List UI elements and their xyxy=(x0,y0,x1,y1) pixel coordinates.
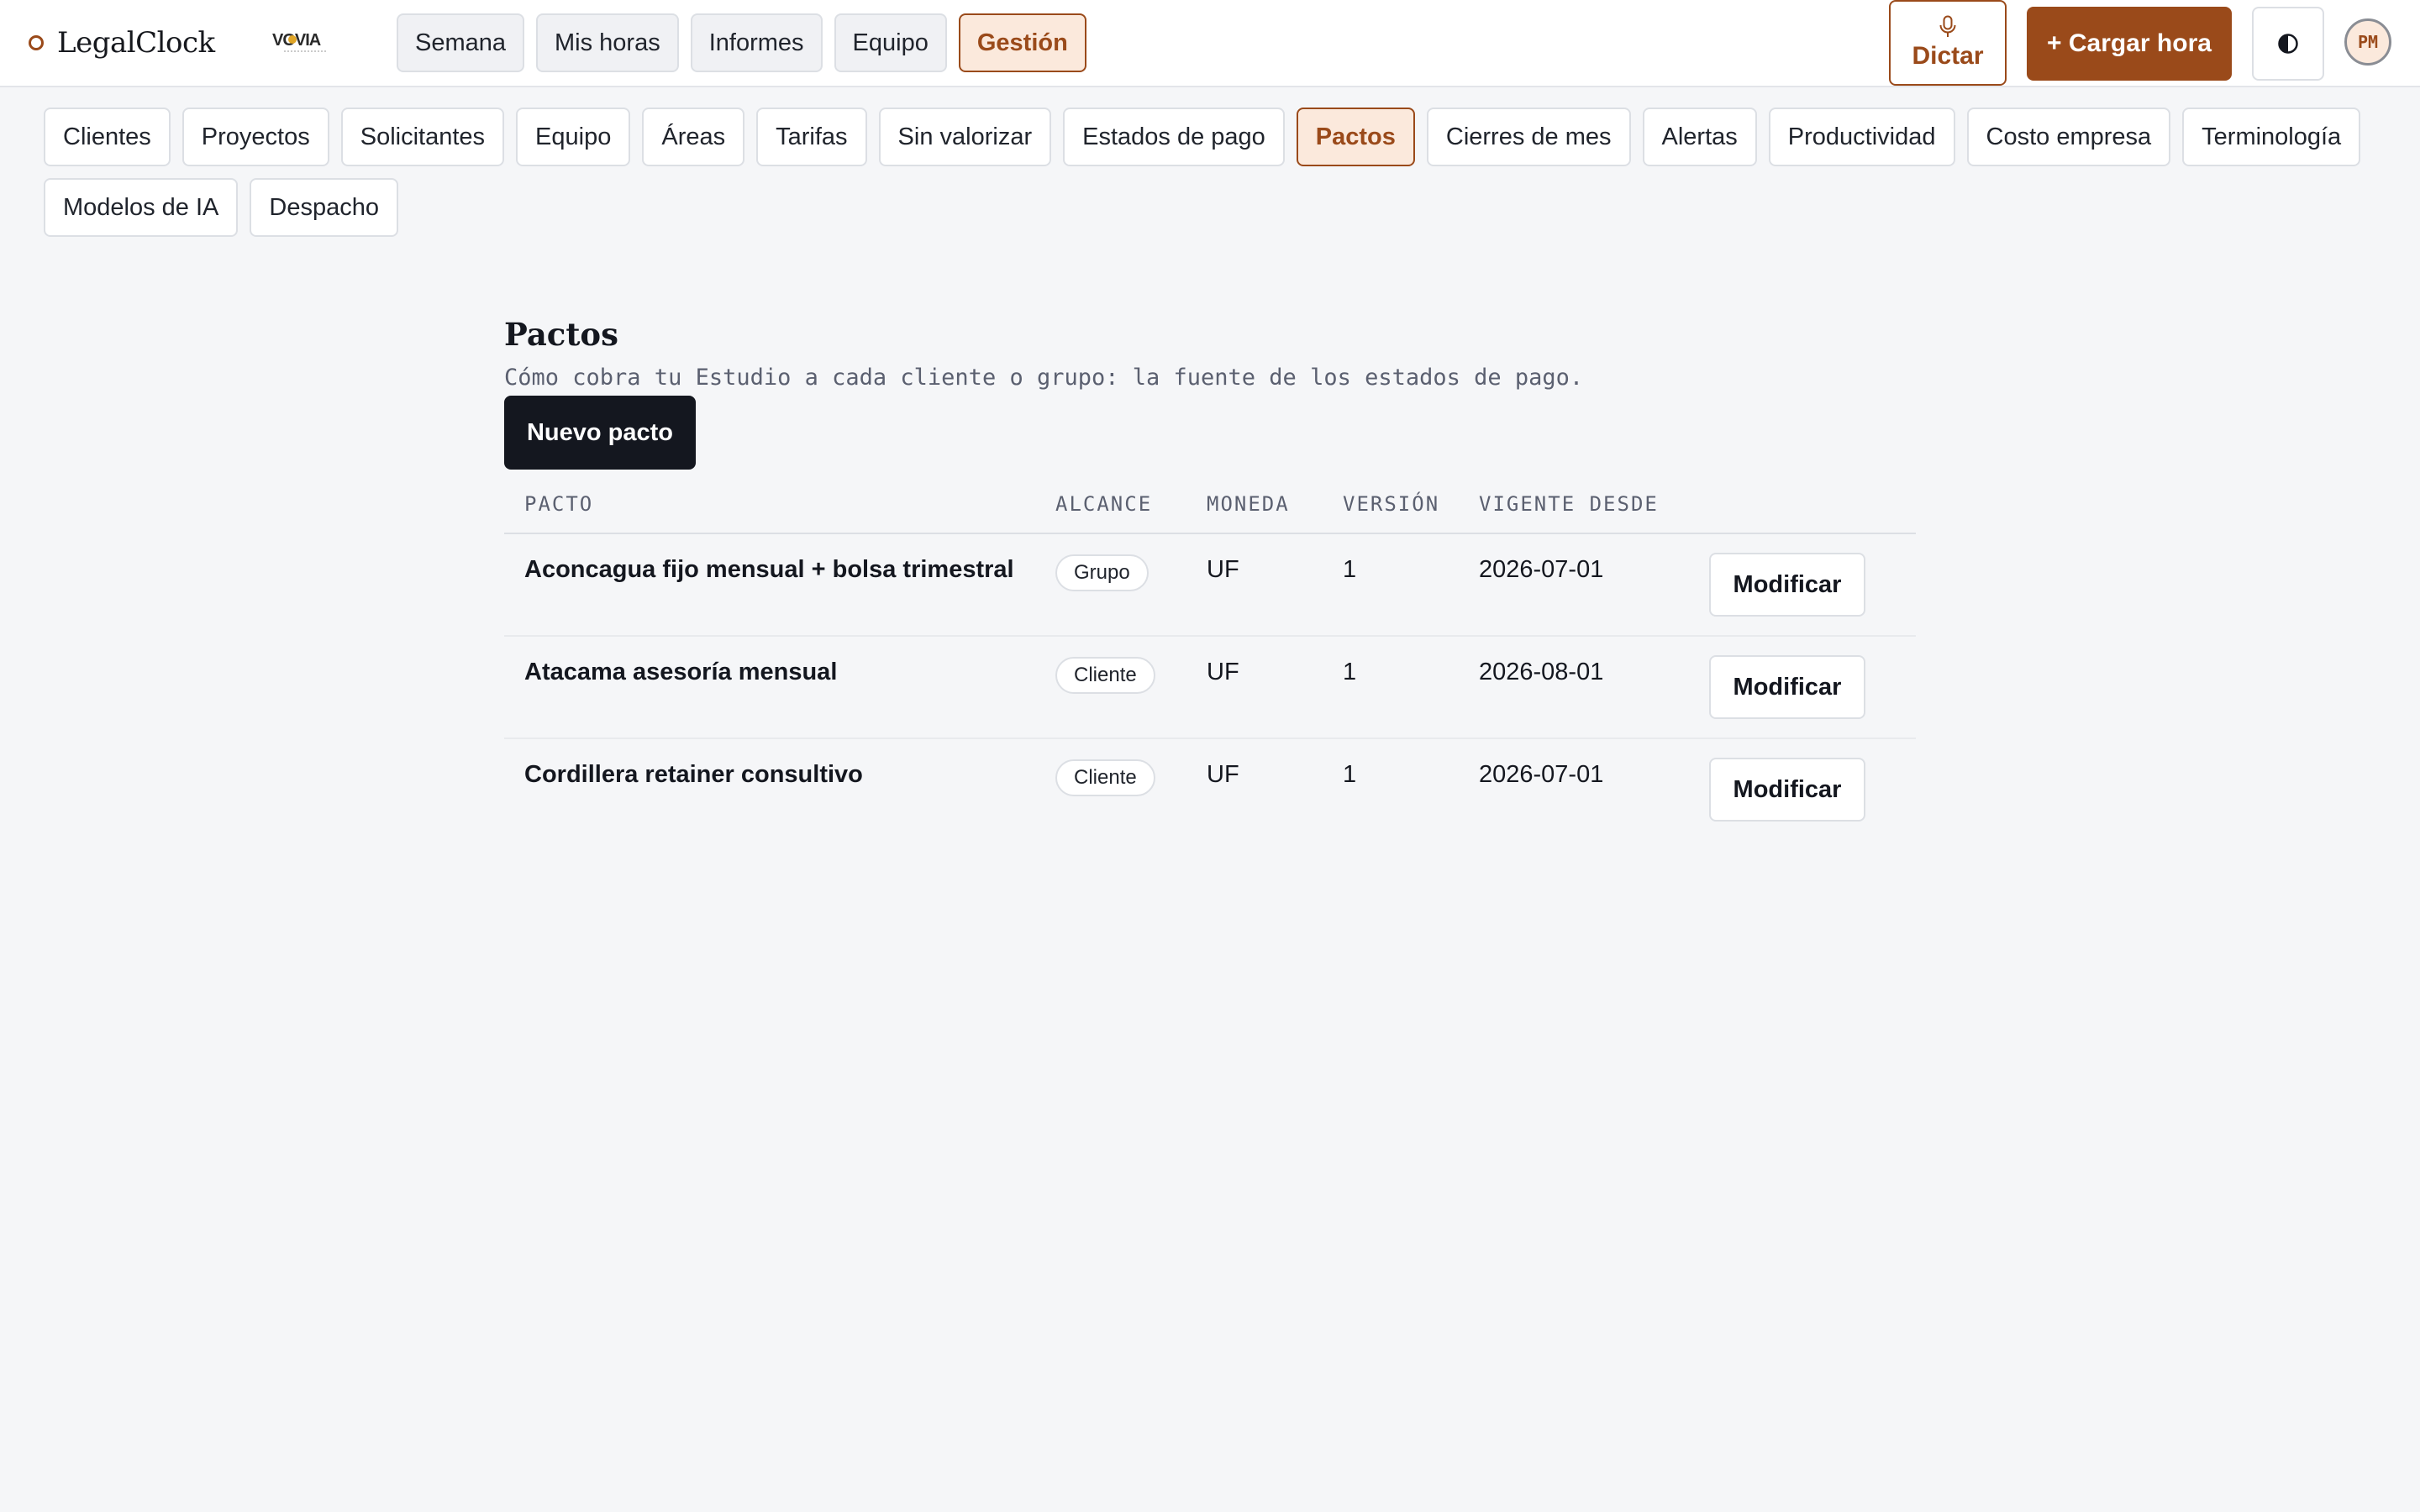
microphone-icon xyxy=(1939,15,1956,37)
main-content: Pactos Cómo cobra tu Estudio a cada clie… xyxy=(504,316,1916,841)
subnav-item-sin-valorizar[interactable]: Sin valorizar xyxy=(878,108,1052,166)
nav-item-equipo[interactable]: Equipo xyxy=(834,13,947,72)
subnav-item-solicitantes[interactable]: Solicitantes xyxy=(340,108,505,166)
pactos-table: PACTO ALCANCE MONEDA VERSIÓN VIGENTE DES… xyxy=(504,475,1916,841)
theme-toggle-button[interactable] xyxy=(2252,7,2324,81)
subnav-item-modelos-de-ia[interactable]: Modelos de IA xyxy=(44,178,239,237)
partner-logo: VOVIA xyxy=(272,31,328,52)
table-row: Atacama asesoría mensual Cliente UF 1 20… xyxy=(504,636,1916,739)
sub-nav: Clientes Proyectos Solicitantes Equipo Á… xyxy=(44,108,2380,237)
pacto-name: Cordillera retainer consultivo xyxy=(524,761,863,788)
brand[interactable]: LegalClock xyxy=(29,24,215,62)
subnav-item-areas[interactable]: Áreas xyxy=(642,108,745,166)
nav-item-mis-horas[interactable]: Mis horas xyxy=(536,13,679,72)
dictar-button[interactable]: Dictar xyxy=(1889,0,2007,86)
nav-item-informes[interactable]: Informes xyxy=(690,13,823,72)
subnav-item-clientes[interactable]: Clientes xyxy=(44,108,171,166)
contrast-icon xyxy=(2278,34,2298,54)
pacto-name: Aconcagua fijo mensual + bolsa trimestra… xyxy=(504,533,1055,637)
avatar[interactable]: PM xyxy=(2344,18,2391,66)
column-header-moneda: MONEDA xyxy=(1207,475,1343,534)
vigente-desde-cell: 2026-08-01 xyxy=(1479,636,1709,739)
subnav-item-despacho[interactable]: Despacho xyxy=(250,178,398,237)
subnav-item-proyectos[interactable]: Proyectos xyxy=(182,108,329,166)
table-header-row: PACTO ALCANCE MONEDA VERSIÓN VIGENTE DES… xyxy=(504,475,1916,534)
modificar-button[interactable]: Modificar xyxy=(1709,655,1865,719)
column-header-pacto: PACTO xyxy=(504,475,1055,534)
subnav-item-pactos[interactable]: Pactos xyxy=(1296,108,1415,166)
table-row: Aconcagua fijo mensual + bolsa trimestra… xyxy=(504,533,1916,637)
modificar-button[interactable]: Modificar xyxy=(1709,553,1865,617)
nav-item-semana[interactable]: Semana xyxy=(397,13,525,72)
nuevo-pacto-button[interactable]: Nuevo pacto xyxy=(504,396,696,470)
alcance-badge: Cliente xyxy=(1055,759,1155,796)
column-header-version: VERSIÓN xyxy=(1343,475,1479,534)
column-header-alcance: ALCANCE xyxy=(1055,475,1207,534)
subnav-item-alertas[interactable]: Alertas xyxy=(1642,108,1757,166)
column-header-actions xyxy=(1709,475,1916,534)
page-title: Pactos xyxy=(504,316,618,353)
moneda-cell: UF xyxy=(1207,761,1239,788)
vigente-desde-cell: 2026-07-01 xyxy=(1479,761,1604,788)
top-bar: LegalClock VOVIA Semana Mis horas Inform… xyxy=(0,0,2420,87)
version-cell: 1 xyxy=(1343,636,1479,739)
moneda-cell: UF xyxy=(1207,533,1343,637)
moneda-cell: UF xyxy=(1207,636,1343,739)
version-cell: 1 xyxy=(1343,761,1357,788)
nav-item-gestion[interactable]: Gestión xyxy=(958,13,1086,72)
page-description: Cómo cobra tu Estudio a cada cliente o g… xyxy=(504,365,1584,391)
alcance-badge: Grupo xyxy=(1055,554,1149,591)
brand-logo-icon xyxy=(29,35,44,50)
vigente-desde-cell: 2026-07-01 xyxy=(1479,533,1709,637)
column-header-vigente-desde: VIGENTE DESDE xyxy=(1479,475,1709,534)
subnav-item-terminologia[interactable]: Terminología xyxy=(2182,108,2361,166)
alcance-badge: Cliente xyxy=(1055,657,1155,694)
pacto-name: Atacama asesoría mensual xyxy=(504,636,1055,739)
table-row: Cordillera retainer consultivo Cliente U… xyxy=(504,738,1916,841)
cargar-hora-button[interactable]: + Cargar hora xyxy=(2027,7,2232,81)
main-nav: Semana Mis horas Informes Equipo Gestión xyxy=(397,13,1086,72)
modificar-button[interactable]: Modificar xyxy=(1709,758,1865,822)
subnav-item-tarifas[interactable]: Tarifas xyxy=(756,108,867,166)
version-cell: 1 xyxy=(1343,533,1479,637)
dictar-label: Dictar xyxy=(1912,42,1984,70)
subnav-item-estados-de-pago[interactable]: Estados de pago xyxy=(1063,108,1285,166)
subnav-item-costo-empresa[interactable]: Costo empresa xyxy=(1966,108,2171,166)
brand-name: LegalClock xyxy=(57,26,215,60)
subnav-item-cierres-de-mes[interactable]: Cierres de mes xyxy=(1426,108,1631,166)
subnav-item-productividad[interactable]: Productividad xyxy=(1768,108,1955,166)
subnav-item-equipo[interactable]: Equipo xyxy=(516,108,631,166)
